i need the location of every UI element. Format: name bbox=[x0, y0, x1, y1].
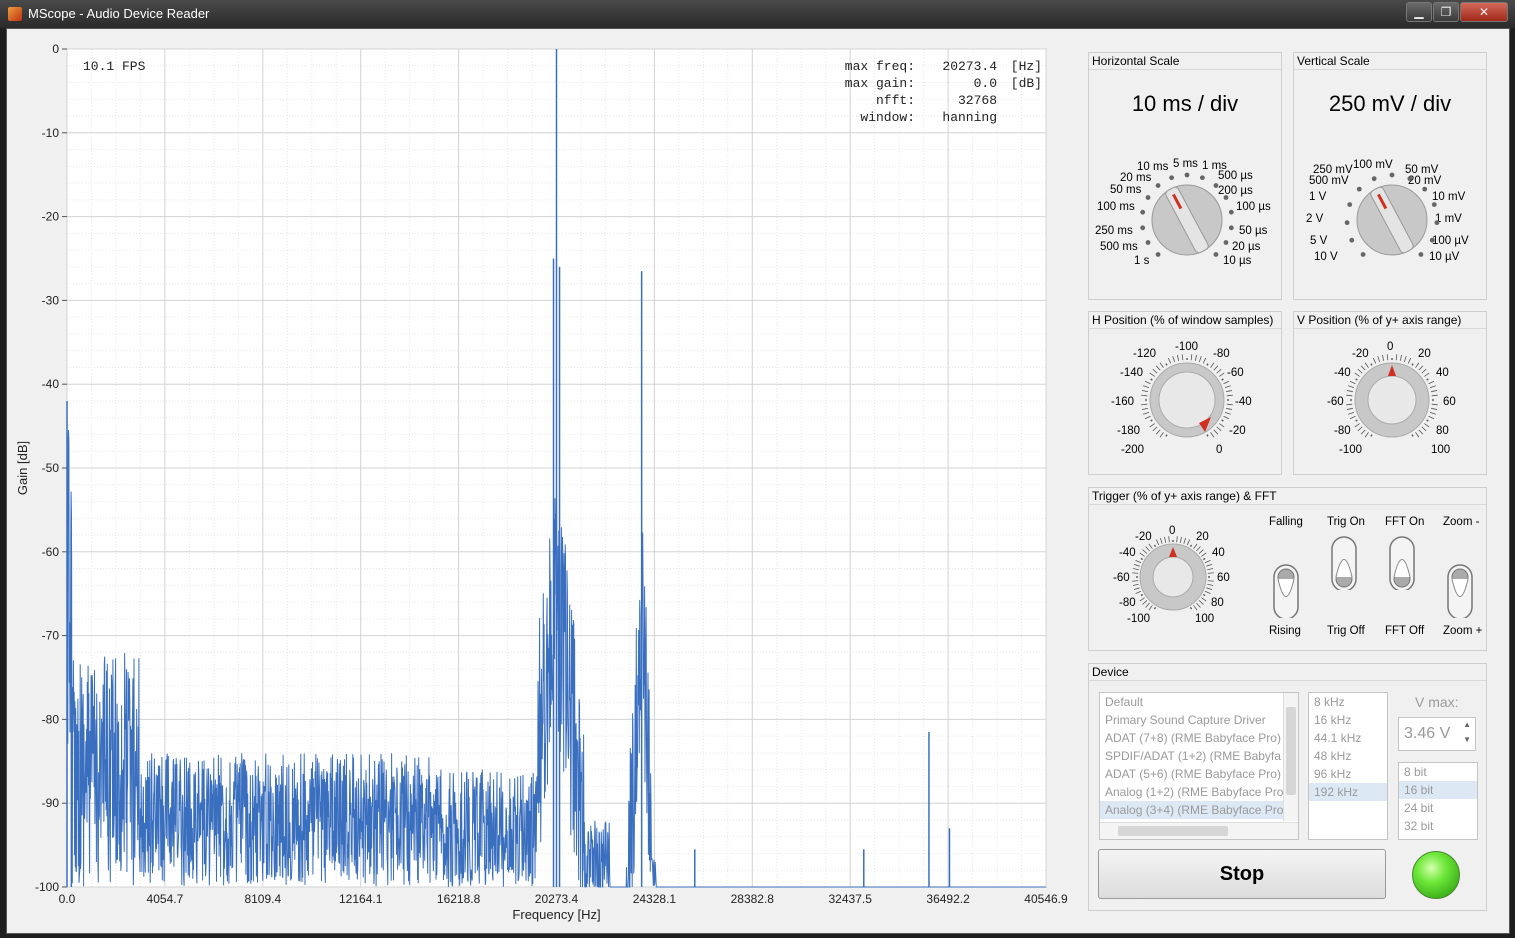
y-tick-label: -80 bbox=[42, 712, 60, 726]
info-label: nfft: bbox=[876, 93, 915, 108]
info-unit: [Hz] bbox=[1011, 59, 1042, 74]
sample-rate-item[interactable]: 44.1 kHz bbox=[1309, 729, 1387, 747]
y-tick-label: -90 bbox=[42, 796, 60, 810]
device-list-item[interactable]: Analog (1+2) (RME Babyface Pro bbox=[1100, 783, 1298, 801]
y-tick-label: -30 bbox=[42, 293, 60, 307]
title-bar: MScope - Audio Device Reader ▁ ❐ ✕ bbox=[0, 0, 1515, 28]
x-tick-label: 0.0 bbox=[59, 892, 76, 906]
toggle-top-label: Trig On bbox=[1327, 516, 1365, 528]
info-label: window: bbox=[860, 110, 915, 125]
info-value: 32768 bbox=[958, 93, 997, 108]
sample-rate-item[interactable]: 192 kHz bbox=[1309, 783, 1387, 801]
x-tick-label: 32437.5 bbox=[829, 892, 873, 906]
vertical-scale-panel: Vertical Scale 250 mV / div 250 mV 100 mV… bbox=[1293, 52, 1487, 300]
info-value: 0.0 bbox=[974, 76, 997, 91]
spin-down-icon[interactable]: ▼ bbox=[1463, 735, 1471, 744]
toggle-switch[interactable] bbox=[1389, 536, 1415, 590]
x-tick-label: 40546.9 bbox=[1024, 892, 1068, 906]
status-led bbox=[1412, 851, 1460, 899]
maximize-button[interactable]: ❐ bbox=[1433, 2, 1459, 22]
y-tick-label: -60 bbox=[42, 545, 60, 559]
device-list-scrollbar[interactable] bbox=[1283, 693, 1298, 821]
toggle-top-label: Zoom - bbox=[1443, 516, 1480, 528]
h-position-knob[interactable] bbox=[1089, 312, 1281, 474]
x-tick-label: 24328.1 bbox=[633, 892, 677, 906]
x-tick-label: 12164.1 bbox=[339, 892, 383, 906]
info-label: max gain: bbox=[845, 76, 915, 91]
toggle-bottom-label: FFT Off bbox=[1385, 625, 1425, 637]
device-list-item[interactable]: ADAT (5+6) (RME Babyface Pro) bbox=[1100, 765, 1298, 783]
bit-depth-item[interactable]: 32 bit bbox=[1399, 817, 1477, 835]
toggle-switch[interactable] bbox=[1447, 564, 1473, 618]
trigger-panel: Trigger (% of y+ axis range) & FFT 0 -20 2… bbox=[1088, 487, 1487, 651]
y-tick-label: -20 bbox=[42, 210, 60, 224]
trigger-knob[interactable] bbox=[1089, 488, 1269, 650]
y-tick-label: -70 bbox=[42, 629, 60, 643]
horizontal-scale-knob[interactable] bbox=[1089, 53, 1281, 299]
app-icon bbox=[8, 7, 22, 21]
y-tick-label: -100 bbox=[35, 880, 59, 894]
y-tick-label: -50 bbox=[42, 461, 60, 475]
device-title: Device bbox=[1091, 665, 1130, 679]
device-list-item[interactable]: Default bbox=[1100, 693, 1298, 711]
vmax-value: 3.46 V bbox=[1404, 725, 1451, 742]
spectrum-chart: 0.0 4054.7 8109.4 12164.1 16218.8 20273.4 2432… bbox=[15, 42, 1068, 922]
vmax-spinner[interactable]: 3.46 V ▲ ▼ bbox=[1398, 717, 1476, 751]
device-list-item[interactable]: ADAT (7+8) (RME Babyface Pro) bbox=[1100, 729, 1298, 747]
sample-rate-item[interactable]: 16 kHz bbox=[1309, 711, 1387, 729]
device-list[interactable]: Default Primary Sound Capture Driver ADAT … bbox=[1099, 692, 1299, 840]
bit-depth-item[interactable]: 24 bit bbox=[1399, 799, 1477, 817]
info-label: max freq: bbox=[845, 59, 915, 74]
sample-rate-item[interactable]: 8 kHz bbox=[1309, 693, 1387, 711]
toggle-bottom-label: Trig Off bbox=[1327, 625, 1365, 637]
window-title: MScope - Audio Device Reader bbox=[28, 6, 210, 21]
sample-rate-item[interactable]: 96 kHz bbox=[1309, 765, 1387, 783]
horizontal-scale-panel: Horizontal Scale 10 ms / div 10 ms 5 ms 1 … bbox=[1088, 52, 1282, 300]
spin-up-icon[interactable]: ▲ bbox=[1463, 720, 1471, 729]
bit-depth-item[interactable]: 16 bit bbox=[1399, 781, 1477, 799]
x-tick-label: 8109.4 bbox=[244, 892, 281, 906]
info-value: hanning bbox=[942, 110, 997, 125]
bit-depth-list[interactable]: 8 bit 16 bit 24 bit 32 bit bbox=[1398, 762, 1478, 840]
device-list-item[interactable]: Primary Sound Capture Driver bbox=[1100, 711, 1298, 729]
toggle-bottom-label: Zoom + bbox=[1443, 625, 1483, 637]
toggle-switch[interactable] bbox=[1331, 536, 1357, 590]
info-value: 20273.4 bbox=[942, 59, 997, 74]
y-tick-label: -10 bbox=[42, 126, 60, 140]
y-axis-label: Gain [dB] bbox=[15, 441, 30, 495]
device-list-item[interactable]: Analog (3+4) (RME Babyface Pro bbox=[1100, 801, 1298, 819]
vmax-label: V max: bbox=[1415, 694, 1459, 710]
spectrum-plot: 0.0 4054.7 8109.4 12164.1 16218.8 20273.4 2432… bbox=[9, 31, 1079, 931]
x-tick-label: 16218.8 bbox=[437, 892, 481, 906]
main-window: 0.0 4054.7 8109.4 12164.1 16218.8 20273.4 2432… bbox=[6, 28, 1510, 934]
device-list-item[interactable]: SPDIF/ADAT (1+2) (RME Babyfa bbox=[1100, 747, 1298, 765]
toggle-top-label: FFT On bbox=[1385, 516, 1425, 528]
x-tick-label: 36492.2 bbox=[926, 892, 970, 906]
y-tick-label: -40 bbox=[42, 377, 60, 391]
x-tick-label: 20273.4 bbox=[535, 892, 579, 906]
bit-depth-item[interactable]: 8 bit bbox=[1399, 763, 1477, 781]
x-tick-label: 4054.7 bbox=[147, 892, 184, 906]
toggle-bottom-label: Rising bbox=[1269, 625, 1301, 637]
x-tick-label: 28382.8 bbox=[731, 892, 775, 906]
info-unit: [dB] bbox=[1011, 76, 1042, 91]
toggle-top-label: Falling bbox=[1269, 516, 1303, 528]
close-button[interactable]: ✕ bbox=[1460, 2, 1508, 22]
v-position-panel: V Position (% of y+ axis range) 0 -20 20 -4… bbox=[1293, 311, 1487, 475]
fps-readout: 10.1 FPS bbox=[83, 59, 146, 74]
y-tick-label: 0 bbox=[52, 42, 59, 56]
stop-button[interactable]: Stop bbox=[1098, 849, 1386, 899]
vertical-scale-knob[interactable] bbox=[1294, 53, 1486, 299]
x-axis-label: Frequency [Hz] bbox=[512, 907, 600, 922]
minimize-button[interactable]: ▁ bbox=[1406, 2, 1432, 22]
v-position-knob[interactable] bbox=[1294, 312, 1486, 474]
toggle-switch[interactable] bbox=[1273, 564, 1299, 618]
sample-rate-item[interactable]: 48 kHz bbox=[1309, 747, 1387, 765]
h-position-panel: H Position (% of window samples) -100 -12… bbox=[1088, 311, 1282, 475]
sample-rate-list[interactable]: 8 kHz 16 kHz 44.1 kHz 48 kHz 96 kHz 192 kHz bbox=[1308, 692, 1388, 840]
device-list-hscrollbar[interactable] bbox=[1100, 822, 1298, 839]
